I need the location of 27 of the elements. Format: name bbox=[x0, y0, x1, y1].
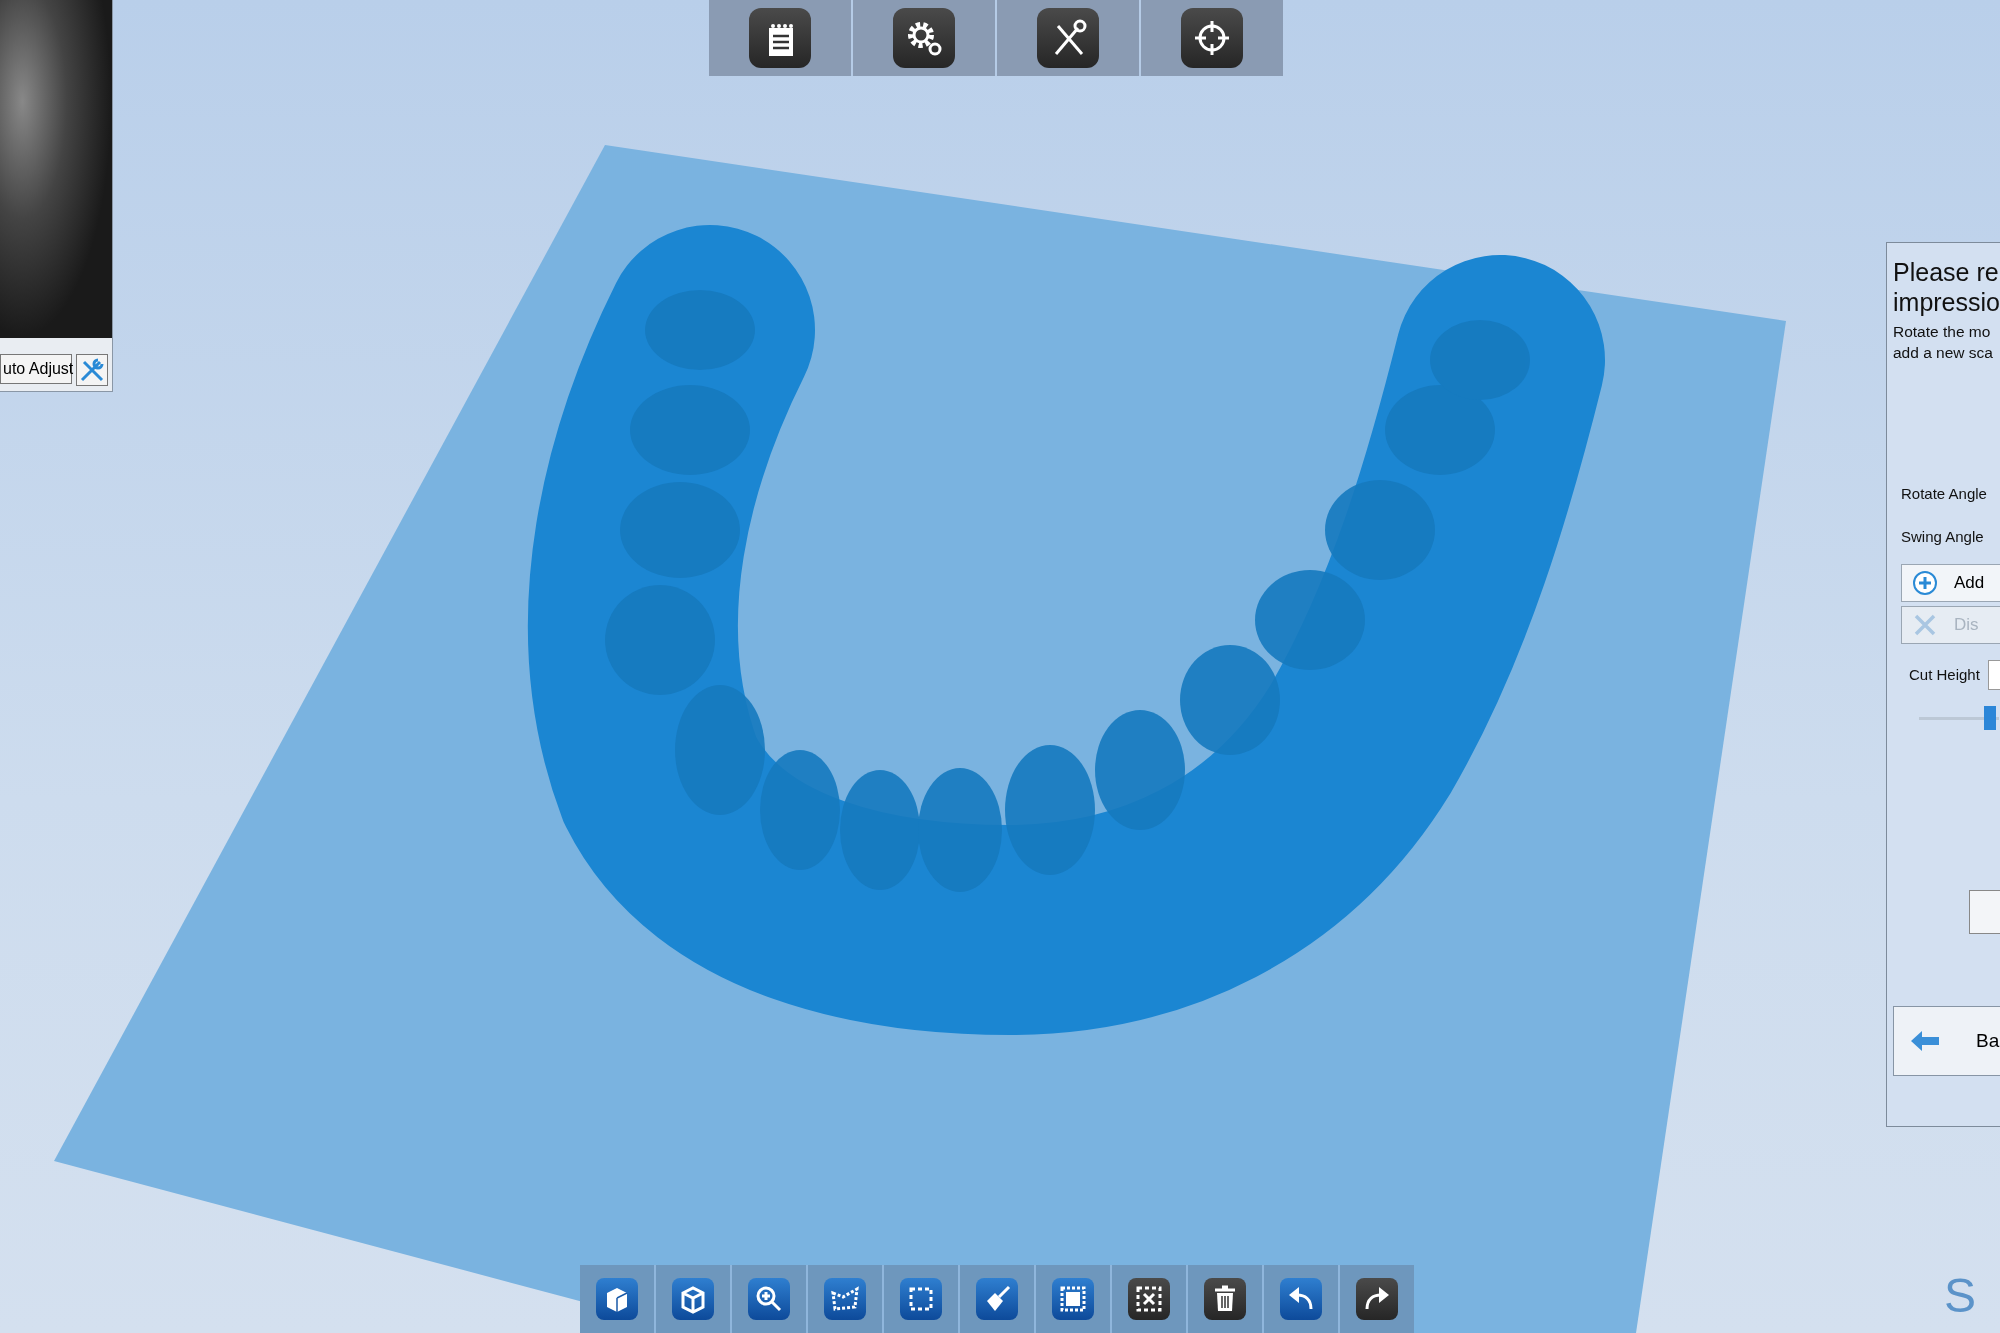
rectangle-select-button[interactable] bbox=[884, 1265, 958, 1333]
crosshair-button[interactable] bbox=[1141, 0, 1283, 76]
cube-button[interactable] bbox=[580, 1265, 654, 1333]
selection-fill-button[interactable] bbox=[1036, 1265, 1110, 1333]
instruction-text: Rotate the mo add a new sca bbox=[1893, 322, 1994, 363]
tools-button[interactable] bbox=[997, 0, 1139, 76]
angle-label: Rotate Angle bbox=[1901, 484, 1988, 504]
left-arrow-icon bbox=[1910, 1030, 1940, 1052]
undo-button[interactable] bbox=[1264, 1265, 1338, 1333]
auto-adjust-button[interactable]: uto Adjust bbox=[0, 354, 72, 384]
settings-button[interactable] bbox=[853, 0, 995, 76]
plus-icon bbox=[1912, 570, 1938, 596]
brand-logo: S bbox=[1944, 1272, 1976, 1320]
brush-button[interactable] bbox=[960, 1265, 1034, 1333]
back-button[interactable]: Ba bbox=[1893, 1006, 2000, 1076]
crosshair-icon bbox=[1192, 18, 1232, 58]
zoom-button[interactable] bbox=[732, 1265, 806, 1333]
tools-icon[interactable] bbox=[76, 354, 108, 386]
cut-height-label: Cut Height bbox=[1909, 664, 1980, 685]
notepad-button[interactable] bbox=[709, 0, 851, 76]
close-icon bbox=[1912, 612, 1938, 638]
angle-label: Swing Angle bbox=[1901, 526, 1985, 547]
lasso-select-button[interactable] bbox=[808, 1265, 882, 1333]
instruction-heading: Please re impressio bbox=[1893, 257, 2000, 317]
slider-thumb[interactable] bbox=[1983, 706, 1996, 730]
wireframe-cube-button[interactable] bbox=[656, 1265, 730, 1333]
add-button[interactable]: Add bbox=[1901, 564, 2000, 602]
